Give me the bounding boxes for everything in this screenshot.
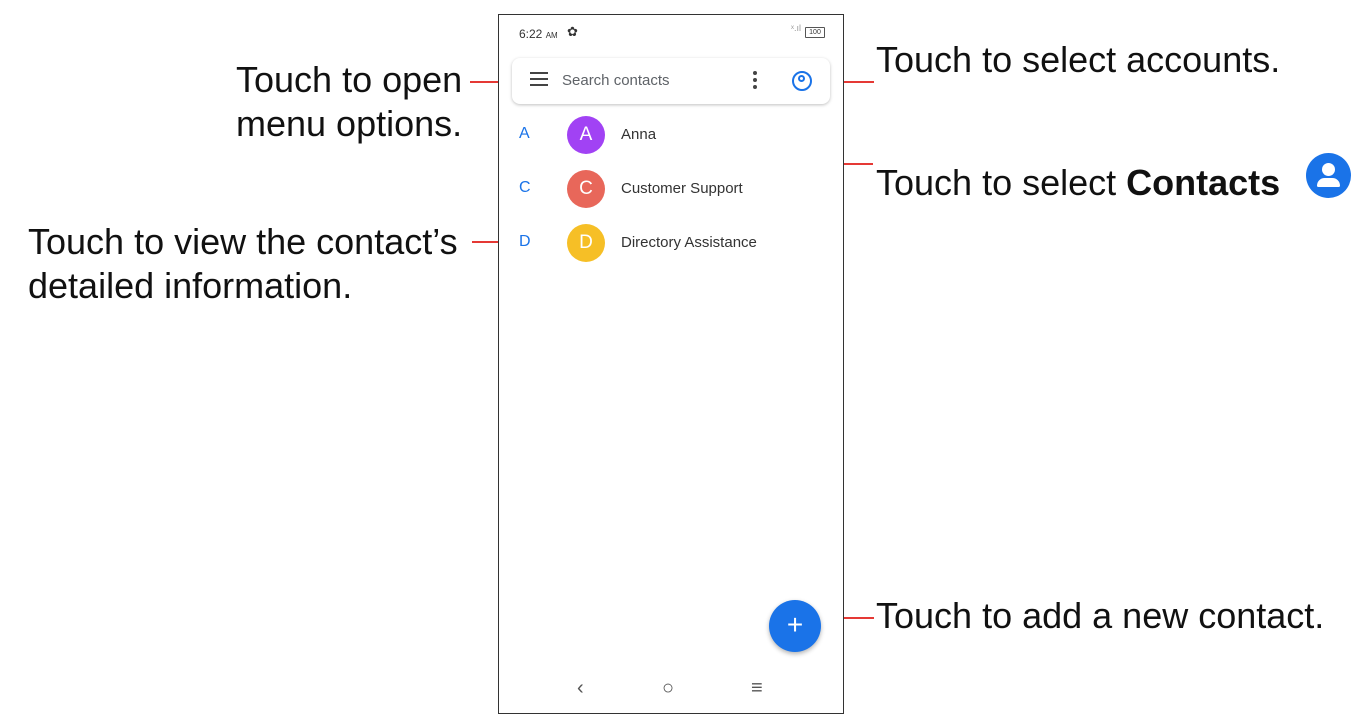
contact-row-directory-assistance[interactable]: D D Directory Assistance xyxy=(499,223,843,263)
back-icon[interactable]: ‹ xyxy=(577,677,584,700)
callout-contacts-prefix: Touch to select xyxy=(876,162,1127,203)
phone-screen: 6:22 AM ✿ ˣ.ıl 100 Search contacts A A A… xyxy=(498,14,844,714)
contact-row-customer-support[interactable]: C C Customer Support xyxy=(499,169,843,209)
search-bar[interactable]: Search contacts xyxy=(512,58,830,104)
callout-contacts-bold: Contacts xyxy=(1126,162,1281,203)
avatar[interactable]: D xyxy=(567,224,605,262)
hamburger-menu-icon[interactable] xyxy=(530,72,548,86)
callout-detail-line2: detailed information. xyxy=(28,265,353,306)
callout-menu-line1: Touch to open xyxy=(236,59,463,100)
home-icon[interactable]: ○ xyxy=(662,677,674,700)
avatar[interactable]: C xyxy=(567,170,605,208)
navigation-bar: ‹ ○ ≡ xyxy=(499,677,843,703)
avatar[interactable]: A xyxy=(567,116,605,154)
callout-contacts: Touch to select Contacts xyxy=(876,161,1280,205)
callout-accounts: Touch to select accounts. xyxy=(876,39,1281,80)
status-bar: 6:22 AM ✿ ˣ.ıl 100 xyxy=(499,15,843,53)
settings-gear-icon: ✿ xyxy=(567,24,578,39)
contact-name[interactable]: Customer Support xyxy=(621,180,743,197)
contact-name[interactable]: Directory Assistance xyxy=(621,234,757,251)
callout-detail-line1: Touch to view the contact’s xyxy=(28,221,458,262)
contact-name[interactable]: Anna xyxy=(621,126,656,143)
signal-icon: ˣ.ıl xyxy=(791,23,801,33)
section-letter: D xyxy=(519,233,531,250)
contacts-app-icon xyxy=(1306,153,1351,198)
contact-row-anna[interactable]: A A Anna xyxy=(499,115,843,155)
more-options-icon[interactable] xyxy=(753,71,757,92)
callout-menu-line2: menu options. xyxy=(236,103,463,144)
account-icon[interactable] xyxy=(792,71,812,91)
callout-add: Touch to add a new contact. xyxy=(876,595,1325,636)
section-letter: A xyxy=(519,125,530,142)
battery-icon: 100 xyxy=(805,27,825,38)
recents-icon[interactable]: ≡ xyxy=(751,677,763,700)
section-letter: C xyxy=(519,179,531,196)
status-time: 6:22 AM xyxy=(519,27,558,41)
add-contact-button[interactable]: + xyxy=(769,600,821,652)
search-input[interactable]: Search contacts xyxy=(562,72,670,89)
